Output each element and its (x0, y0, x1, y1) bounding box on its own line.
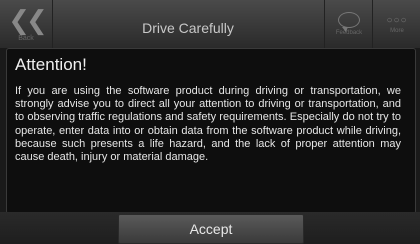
speech-bubble-icon (338, 12, 360, 32)
back-button[interactable]: ❮❮ Back (0, 0, 53, 48)
more-dots-icon: ○○○ (386, 14, 408, 26)
feedback-button-label: Feedback (335, 30, 363, 36)
back-button-label: Back (18, 34, 34, 42)
chevron-left-icon: ❮❮ (8, 4, 48, 35)
accept-button[interactable]: Accept (118, 214, 304, 244)
top-bar: ❮❮ Back Drive Carefully Feedback ○○○ Mor… (0, 0, 420, 48)
dialog-title: Attention! (15, 55, 87, 74)
more-button[interactable]: ○○○ More (372, 0, 420, 48)
dialog-body-text: If you are using the software product du… (15, 85, 401, 164)
warning-dialog: Attention! If you are using the software… (6, 48, 416, 214)
more-button-label: More (390, 27, 404, 34)
page-title: Drive Carefully (142, 20, 234, 36)
feedback-button[interactable]: Feedback (324, 0, 373, 48)
